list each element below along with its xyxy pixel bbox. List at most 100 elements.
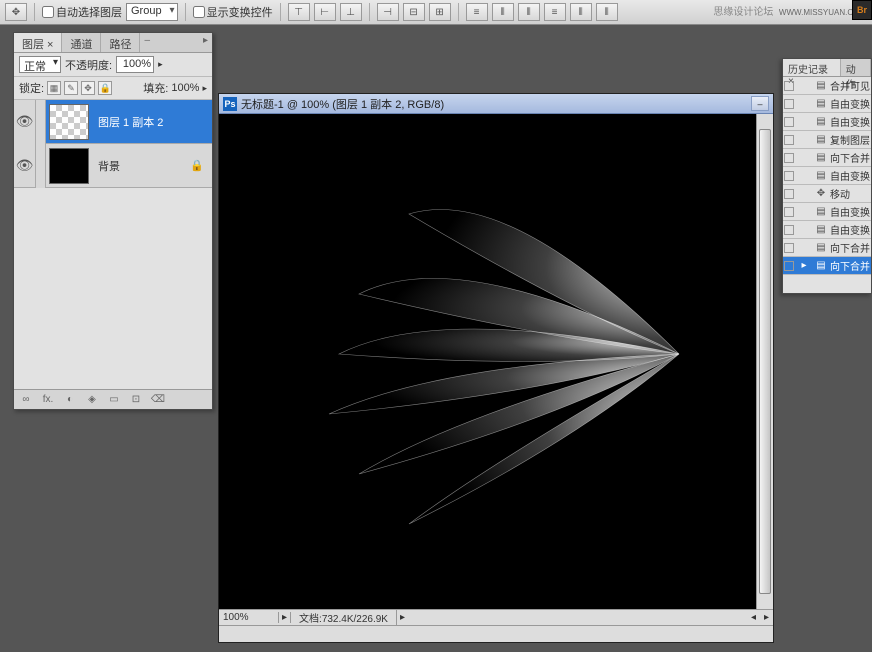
history-step-icon — [798, 224, 810, 236]
tab-channels[interactable]: 通道 — [62, 33, 101, 52]
history-snapshot-check[interactable] — [784, 261, 794, 271]
auto-select-checkbox[interactable]: 自动选择图层 — [42, 4, 122, 20]
link-column[interactable] — [36, 144, 46, 188]
panel-minimize[interactable]: – — [140, 33, 154, 52]
history-snapshot-check[interactable] — [784, 117, 794, 127]
align-btn-2[interactable]: ⊢ — [314, 3, 336, 21]
align-btn-3[interactable]: ⊥ — [340, 3, 362, 21]
distribute-btn-4[interactable]: ≡ — [544, 3, 566, 21]
window-minimize-icon[interactable]: – — [751, 96, 769, 111]
layers-panel-tabs: 图层 × 通道 路径 – ▸ — [14, 33, 212, 53]
layer-fx-icon[interactable]: fx. — [39, 392, 57, 407]
history-item[interactable]: ▤合并可见 — [783, 77, 871, 95]
opacity-input[interactable]: 100% — [116, 56, 154, 73]
tab-history[interactable]: 历史记录 × — [783, 59, 841, 76]
align-btn-6[interactable]: ⊞ — [429, 3, 451, 21]
history-item[interactable]: ▤自由变换 — [783, 113, 871, 131]
align-btn-1[interactable]: ⊤ — [288, 3, 310, 21]
link-layers-icon[interactable]: ∞ — [17, 392, 35, 407]
history-step-icon — [798, 242, 810, 254]
lock-label: 锁定: — [19, 80, 44, 96]
adjustment-layer-icon[interactable]: ◈ — [83, 392, 101, 407]
history-item[interactable]: ▤复制图层 — [783, 131, 871, 149]
canvas[interactable] — [219, 114, 756, 609]
horizontal-scrollbar[interactable] — [219, 625, 773, 642]
align-btn-5[interactable]: ⊟ — [403, 3, 425, 21]
show-transform-check[interactable] — [193, 6, 205, 18]
show-transform-label: 显示变换控件 — [207, 4, 273, 20]
history-item[interactable]: ▤自由变换 — [783, 221, 871, 239]
distribute-btn-2[interactable]: ⫴ — [492, 3, 514, 21]
distribute-btn-6[interactable]: ⫴ — [596, 3, 618, 21]
lock-all-icon[interactable]: 🔒 — [98, 81, 112, 95]
layer-row[interactable]: 👁 背景 🔒 — [14, 144, 212, 188]
statusbar-menu-icon[interactable]: ▸ — [397, 612, 408, 623]
document-titlebar[interactable]: Ps 无标题-1 @ 100% (图层 1 副本 2, RGB/8) – — [219, 94, 773, 114]
fill-arrow-icon[interactable]: ▸ — [202, 83, 207, 94]
history-item[interactable]: ▤向下合并 — [783, 149, 871, 167]
group-dropdown[interactable]: Group — [126, 3, 178, 21]
distribute-btn-5[interactable]: ⫴ — [570, 3, 592, 21]
layer-name[interactable]: 图层 1 副本 2 — [92, 114, 163, 130]
distribute-btn-1[interactable]: ≡ — [466, 3, 488, 21]
scrollbar-thumb[interactable] — [759, 129, 771, 594]
hscroll-left-icon[interactable]: ◂ — [747, 612, 760, 623]
show-transform-checkbox[interactable]: 显示变换控件 — [193, 4, 273, 20]
history-item[interactable]: ▤自由变换 — [783, 167, 871, 185]
hscroll-right-icon[interactable]: ▸ — [760, 612, 773, 623]
artwork-wing — [259, 154, 719, 554]
opacity-arrow-icon[interactable]: ▸ — [158, 59, 163, 70]
history-item-label: 向下合并 — [830, 258, 870, 273]
statusbar-arrow-icon[interactable]: ▸ — [279, 612, 291, 623]
zoom-level[interactable]: 100% — [219, 612, 279, 623]
history-item[interactable]: ✥移动 — [783, 185, 871, 203]
layer-row[interactable]: 👁 图层 1 副本 2 — [14, 100, 212, 144]
blend-mode-dropdown[interactable]: 正常 — [19, 56, 61, 73]
doc-filesize[interactable]: 文档:732.4K/226.9K — [291, 610, 397, 625]
history-step-icon — [798, 188, 810, 200]
lock-transparency-icon[interactable]: ▦ — [47, 81, 61, 95]
layer-name[interactable]: 背景 — [92, 158, 120, 174]
align-btn-4[interactable]: ⊣ — [377, 3, 399, 21]
bridge-badge[interactable]: Br — [852, 0, 872, 20]
history-snapshot-check[interactable] — [784, 135, 794, 145]
ps-doc-icon: Ps — [223, 97, 237, 111]
visibility-eye-icon[interactable]: 👁 — [14, 100, 36, 144]
history-item[interactable]: ▸▤向下合并 — [783, 257, 871, 275]
history-snapshot-check[interactable] — [784, 99, 794, 109]
history-item-label: 移动 — [830, 186, 850, 201]
history-snapshot-check[interactable] — [784, 243, 794, 253]
vertical-scrollbar[interactable] — [756, 114, 773, 609]
history-item-label: 自由变换 — [830, 222, 870, 237]
history-step-icon — [798, 116, 810, 128]
distribute-btn-3[interactable]: ⫴ — [518, 3, 540, 21]
tab-layers[interactable]: 图层 × — [14, 33, 62, 52]
tab-paths[interactable]: 路径 — [101, 33, 140, 52]
layer-mask-icon[interactable]: ◐ — [61, 392, 79, 407]
delete-layer-icon[interactable]: ⌫ — [149, 392, 167, 407]
new-layer-icon[interactable]: ⊡ — [127, 392, 145, 407]
panel-menu-icon[interactable]: ▸ — [199, 33, 212, 52]
auto-select-check[interactable] — [42, 6, 54, 18]
history-item[interactable]: ▤向下合并 — [783, 239, 871, 257]
history-snapshot-check[interactable] — [784, 81, 794, 91]
move-tool-icon[interactable]: ✥ — [5, 3, 27, 21]
history-snapshot-check[interactable] — [784, 225, 794, 235]
visibility-eye-icon[interactable]: 👁 — [14, 144, 36, 188]
layer-group-icon[interactable]: ▭ — [105, 392, 123, 407]
link-column[interactable] — [36, 100, 46, 144]
layer-thumbnail[interactable] — [49, 104, 89, 140]
history-snapshot-check[interactable] — [784, 171, 794, 181]
history-snapshot-check[interactable] — [784, 189, 794, 199]
history-item[interactable]: ▤自由变换 — [783, 95, 871, 113]
history-step-icon — [798, 170, 810, 182]
layer-thumbnail[interactable] — [49, 148, 89, 184]
lock-image-icon[interactable]: ✎ — [64, 81, 78, 95]
history-item[interactable]: ▤自由变换 — [783, 203, 871, 221]
tab-actions[interactable]: 动作 — [841, 59, 871, 76]
fill-input[interactable]: 100% — [171, 82, 199, 94]
history-item-label: 合并可见 — [830, 78, 870, 93]
history-snapshot-check[interactable] — [784, 153, 794, 163]
history-snapshot-check[interactable] — [784, 207, 794, 217]
lock-position-icon[interactable]: ✥ — [81, 81, 95, 95]
